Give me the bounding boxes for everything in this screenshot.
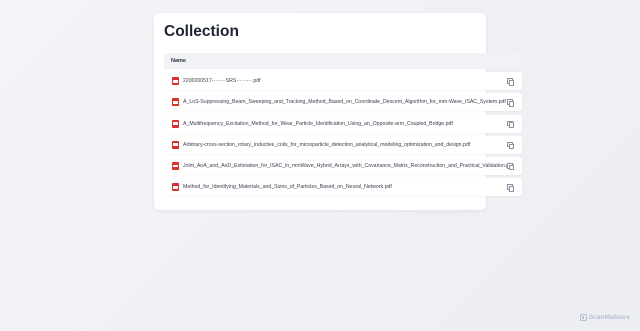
pdf-icon bbox=[172, 140, 179, 149]
pdf-icon bbox=[172, 77, 179, 86]
column-header-name[interactable]: Name bbox=[171, 58, 186, 64]
file-name[interactable]: Arbitrary-cross-section_rotary_inductive… bbox=[183, 142, 470, 148]
page-title: Collection bbox=[164, 23, 239, 40]
file-name[interactable]: Method_for_Identifying_Materials_and_Siz… bbox=[183, 184, 392, 190]
copy-icon[interactable] bbox=[507, 99, 515, 107]
table-header: Name bbox=[164, 53, 522, 69]
table-row[interactable]: 2200200517-···-···SRS······-··.pdf bbox=[164, 72, 522, 91]
copy-icon[interactable] bbox=[507, 162, 515, 171]
table-row[interactable]: A_LoS-Suppressing_Beam_Sweeping_and_Trac… bbox=[164, 93, 522, 112]
pdf-icon bbox=[172, 119, 179, 128]
pdf-icon bbox=[172, 98, 179, 107]
copy-icon[interactable] bbox=[507, 78, 515, 86]
pdf-icon bbox=[172, 183, 179, 192]
file-name[interactable]: Joint_AoA_and_AoD_Estimation_for_ISAC_in… bbox=[183, 163, 513, 169]
watermark-text: ScanMalware bbox=[588, 314, 630, 321]
table-row[interactable]: Method_for_Identifying_Materials_and_Siz… bbox=[164, 178, 522, 197]
copy-icon[interactable] bbox=[507, 184, 515, 192]
pdf-icon bbox=[172, 161, 179, 170]
file-name[interactable]: 2200200517-···-···SRS······-··.pdf bbox=[183, 78, 261, 84]
table-row[interactable]: Arbitrary-cross-section_rotary_inductive… bbox=[164, 135, 522, 154]
copy-icon[interactable] bbox=[507, 120, 515, 128]
scanmalware-logo-icon bbox=[579, 314, 587, 321]
table-row[interactable]: Joint_AoA_and_AoD_Estimation_for_ISAC_in… bbox=[164, 156, 522, 175]
file-name[interactable]: A_Multifrequency_Excitation_Method_for_W… bbox=[183, 121, 453, 127]
table-row[interactable]: A_Multifrequency_Excitation_Method_for_W… bbox=[164, 114, 522, 133]
copy-icon[interactable] bbox=[507, 141, 515, 150]
file-name[interactable]: A_LoS-Suppressing_Beam_Sweeping_and_Trac… bbox=[183, 99, 506, 105]
file-table: Name 2200200517-···-···SRS······-··.pdf … bbox=[164, 53, 522, 197]
scanmalware-watermark: ScanMalware bbox=[579, 314, 630, 321]
